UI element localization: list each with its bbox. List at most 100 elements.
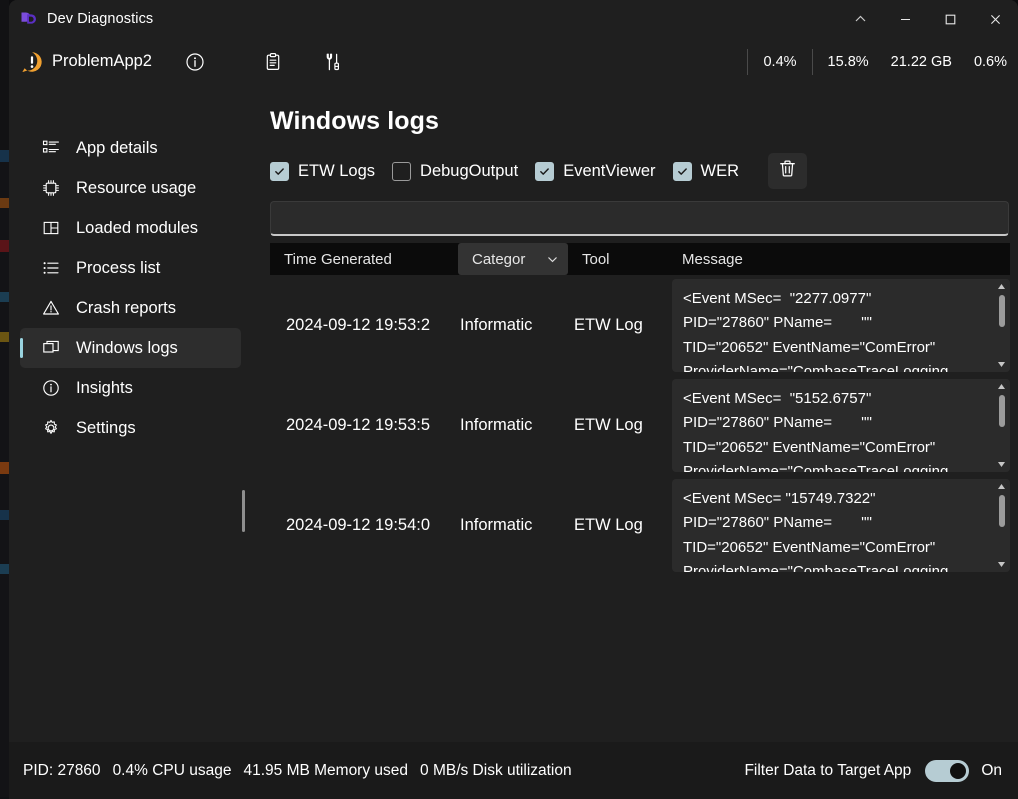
warning-triangle-icon [40, 299, 62, 317]
sidebar-item-label: Settings [76, 418, 136, 437]
cell-message[interactable]: <Event MSec= "15749.7322" PID="27860" PN… [672, 478, 1010, 572]
scrollbar-track[interactable] [993, 294, 1010, 357]
column-header-tool[interactable]: Tool [568, 243, 668, 275]
checkbox-etw-logs[interactable]: ETW Logs [270, 161, 375, 181]
scroll-down-icon[interactable] [997, 457, 1006, 472]
modules-grid-icon [40, 219, 62, 237]
close-icon[interactable] [973, 0, 1018, 38]
message-scrollbar[interactable] [993, 378, 1010, 472]
body-split: App details Resource usage Loaded module… [9, 85, 1018, 799]
list-details-icon [40, 139, 62, 157]
cell-category: Informatic [460, 315, 533, 334]
table-row[interactable]: 2024-09-12 19:53:2 Informatic ETW Log <E… [270, 275, 1010, 375]
cell-tool: ETW Log [574, 415, 643, 434]
sidebar-scrollbar[interactable] [242, 490, 245, 532]
cell-message[interactable]: <Event MSec= "2277.0977" PID="27860" PNa… [672, 278, 1010, 372]
desktop-background-strip [0, 0, 9, 799]
clipboard-icon[interactable] [256, 45, 290, 79]
dev-diagnostics-logo [18, 9, 38, 29]
perf-cpu: 0.4% [763, 53, 797, 70]
scroll-up-icon[interactable] [997, 279, 1006, 294]
column-header-message[interactable]: Message [668, 243, 1010, 275]
info-circle-icon [40, 379, 62, 397]
message-scrollbar[interactable] [993, 478, 1010, 572]
checkbox-wer[interactable]: WER [672, 161, 739, 181]
scroll-up-icon[interactable] [997, 479, 1006, 494]
table-header-row: Time Generated Categor Tool Message [270, 243, 1010, 275]
maximize-icon[interactable] [928, 0, 973, 38]
toggle-knob [950, 762, 967, 779]
checkbox-debug-output[interactable]: DebugOutput [392, 161, 519, 181]
checkbox-box[interactable] [270, 161, 289, 181]
sidebar-item-crash-reports[interactable]: Crash reports [20, 288, 241, 328]
gear-icon [40, 419, 62, 437]
message-scrollbar[interactable] [993, 278, 1010, 372]
cell-message[interactable]: <Event MSec= "5152.6757" PID="27860" PNa… [672, 378, 1010, 472]
sidebar-item-settings[interactable]: Settings [20, 408, 241, 448]
sidebar-item-insights[interactable]: Insights [20, 368, 241, 408]
table-row[interactable]: 2024-09-12 19:53:5 Informatic ETW Log <E… [270, 375, 1010, 475]
perf-gpu: 15.8% [827, 53, 869, 70]
status-pid: PID: 27860 [23, 761, 101, 779]
scroll-up-icon[interactable] [997, 379, 1006, 394]
perf-divider [747, 48, 749, 75]
column-header-category-dropdown[interactable]: Categor [458, 243, 568, 275]
status-metrics: PID: 27860 0.4% CPU usage 41.95 MB Memor… [23, 762, 572, 780]
checkbox-label: DebugOutput [420, 161, 519, 180]
title-bar: Dev Diagnostics [9, 0, 1018, 38]
caption-button-group [838, 0, 1018, 38]
clear-logs-button[interactable] [768, 153, 808, 189]
checkbox-box[interactable] [535, 161, 555, 181]
table-row[interactable]: 2024-09-12 19:54:0 Informatic ETW Log <E… [270, 475, 1010, 575]
application-window: Dev Diagnostics ProblemApp2 0.4% 15.8% 2… [9, 0, 1018, 799]
message-text: <Event MSec= "2277.0977" PID="27860" PNa… [683, 289, 949, 372]
status-disk: 0 MB/s Disk utilization [420, 761, 572, 779]
column-header-label: Message [682, 250, 743, 268]
column-header-time-generated[interactable]: Time Generated [270, 243, 458, 275]
perf-disk: 0.6% [973, 53, 1007, 70]
page-title: Windows logs [270, 107, 440, 135]
message-text: <Event MSec= "5152.6757" PID="27860" PNa… [683, 389, 949, 472]
scrollbar-thumb[interactable] [998, 394, 1005, 427]
scroll-down-icon[interactable] [997, 357, 1006, 372]
scrollbar-thumb[interactable] [998, 294, 1005, 327]
info-icon[interactable] [178, 45, 212, 79]
tools-icon[interactable] [316, 45, 350, 79]
minimize-icon[interactable] [883, 0, 928, 38]
checkbox-box[interactable] [392, 161, 412, 181]
sidebar-item-label: Windows logs [76, 338, 178, 357]
sidebar-item-process-list[interactable]: Process list [20, 248, 241, 288]
sidebar-item-label: Crash reports [76, 298, 176, 317]
sidebar-item-windows-logs[interactable]: Windows logs [19, 328, 241, 368]
cell-tool: ETW Log [574, 315, 643, 334]
checkbox-event-viewer[interactable]: EventViewer [535, 161, 656, 181]
scrollbar-track[interactable] [993, 494, 1010, 557]
scrollbar-thumb[interactable] [998, 494, 1005, 527]
cell-time-generated: 2024-09-12 19:53:2 [286, 315, 431, 334]
app-toolbar: ProblemApp2 0.4% 15.8% 21.22 GB 0.6% [9, 38, 1018, 85]
filter-data-toggle[interactable] [925, 759, 970, 782]
performance-stats: 0.4% 15.8% 21.22 GB 0.6% [743, 38, 1018, 85]
status-bar: PID: 27860 0.4% CPU usage 41.95 MB Memor… [9, 742, 1018, 799]
sidebar-item-label: Resource usage [76, 178, 197, 197]
sidebar-item-loaded-modules[interactable]: Loaded modules [20, 208, 241, 248]
perf-memory: 21.22 GB [890, 53, 952, 70]
message-text: <Event MSec= "15749.7322" PID="27860" PN… [683, 489, 949, 572]
scrollbar-track[interactable] [993, 394, 1010, 457]
warning-badge-icon [19, 49, 45, 75]
bullet-list-icon [40, 259, 62, 277]
sidebar-item-app-details[interactable]: App details [20, 128, 241, 168]
chevron-up-icon[interactable] [838, 0, 883, 38]
checkbox-label: EventViewer [563, 161, 656, 180]
windows-logs-table: Time Generated Categor Tool Message 2024… [270, 243, 1010, 575]
sidebar-item-resource-usage[interactable]: Resource usage [20, 168, 241, 208]
search-input[interactable] [271, 210, 1008, 226]
column-header-label: Tool [582, 250, 610, 268]
column-header-label: Time Generated [284, 250, 392, 268]
filter-toggle-state: On [981, 761, 1002, 779]
checkbox-box[interactable] [672, 161, 692, 181]
log-filter-field[interactable] [270, 201, 1009, 236]
check-icon [275, 167, 284, 175]
scroll-down-icon[interactable] [997, 557, 1006, 572]
selection-indicator [19, 338, 23, 358]
